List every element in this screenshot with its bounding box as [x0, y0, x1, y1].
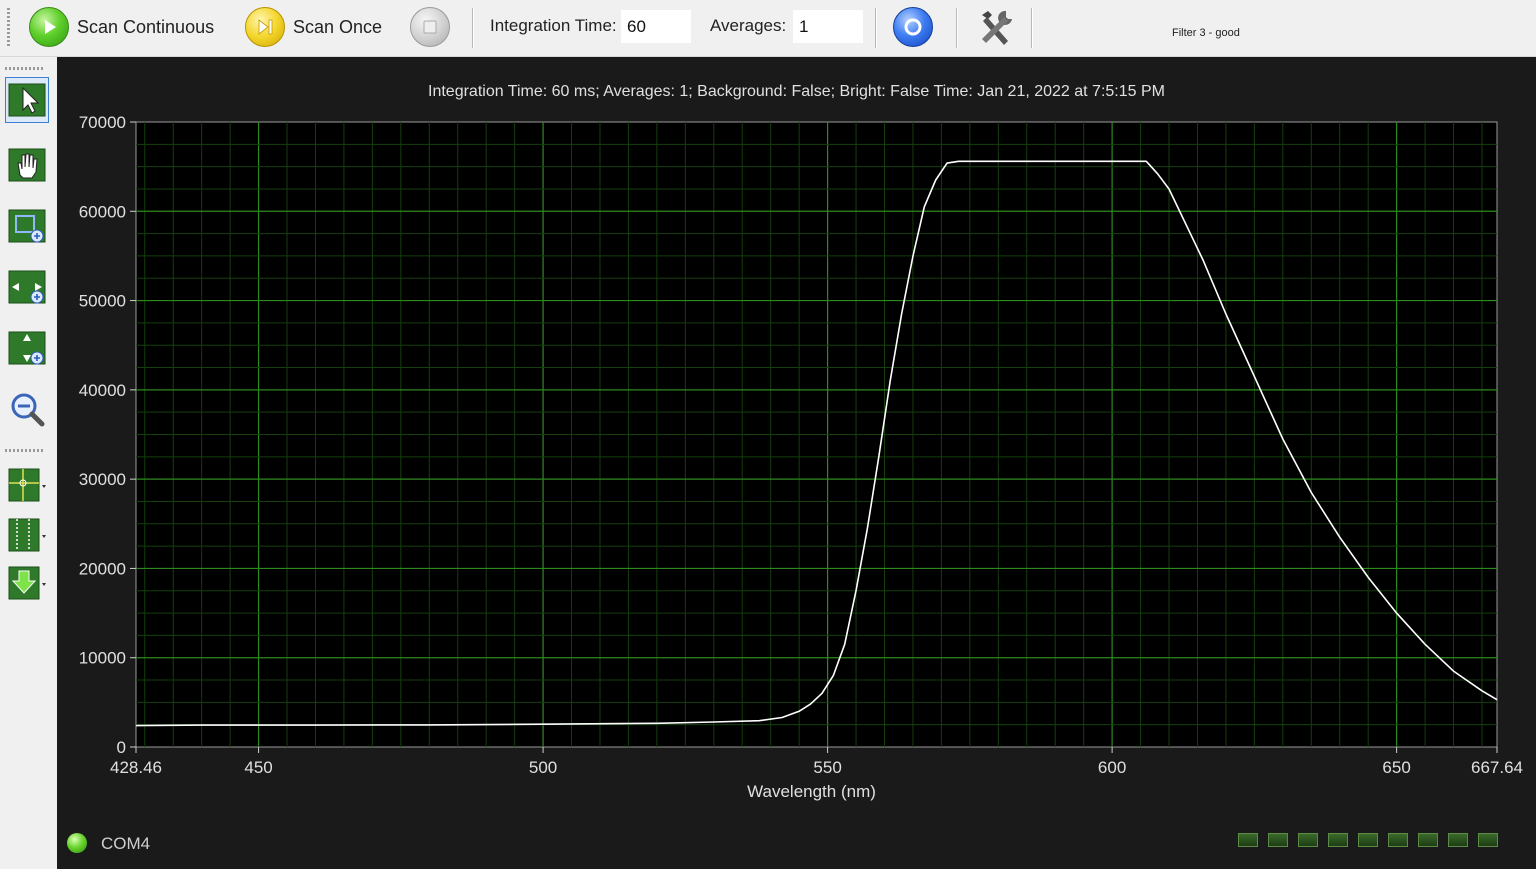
status-led: [1448, 833, 1468, 847]
y-tick-label: 50000: [79, 292, 126, 311]
left-tool-button[interactable]: [5, 512, 49, 558]
export-tool-icon: [8, 566, 46, 600]
left-tool-button[interactable]: [5, 462, 49, 508]
y-tick-label: 30000: [79, 470, 126, 489]
zoom-out-tool-icon: [11, 393, 45, 427]
stop-icon: [410, 7, 450, 47]
status-led: [1238, 833, 1258, 847]
record-icon: [893, 7, 933, 47]
averages-label: Averages:: [710, 16, 787, 35]
zoom-box-tool-icon: [8, 209, 46, 243]
record-button[interactable]: [893, 4, 933, 50]
status-led: [1268, 833, 1288, 847]
connection-status-icon: [67, 833, 87, 853]
x-tick-label: 650: [1382, 758, 1410, 777]
toolbar-grip[interactable]: [7, 8, 10, 48]
left-toolbar-grip[interactable]: [5, 449, 45, 452]
y-tick-label: 40000: [79, 381, 126, 400]
cursor-tool-icon: [8, 518, 46, 552]
left-tool-button[interactable]: [5, 325, 49, 371]
scan-continuous-label: Scan Continuous: [77, 16, 215, 37]
left-tool-button[interactable]: [5, 264, 49, 310]
y-tick-label: 20000: [79, 559, 126, 578]
y-tick-label: 10000: [79, 649, 126, 668]
x-tick-label: 428.46: [110, 758, 162, 777]
spectrum-panel: Integration Time: 60 ms; Averages: 1; Ba…: [57, 57, 1536, 869]
status-led: [1328, 833, 1348, 847]
tools-icon: [982, 10, 1012, 45]
status-led: [1298, 833, 1318, 847]
crosshair-tool-icon: [8, 468, 46, 502]
settings-tools-button[interactable]: [974, 4, 1018, 50]
filter-label: Filter 3 - good: [1172, 27, 1240, 39]
pointer-tool-icon: [8, 83, 46, 117]
status-led: [1418, 833, 1438, 847]
averages-input[interactable]: [793, 10, 863, 43]
left-tool-button[interactable]: [5, 203, 49, 249]
y-tick-label: 70000: [79, 113, 126, 132]
spectrum-chart[interactable]: 0 10000 20000 30000 40000 50000 60000 70000 428.…: [57, 57, 1536, 817]
status-led: [1358, 833, 1378, 847]
toolbar-separator: [956, 8, 958, 48]
port-label: COM4: [101, 834, 151, 853]
zoom-horizontal-tool-icon: [8, 270, 46, 304]
left-toolbar-grip[interactable]: [5, 67, 45, 70]
step-play-icon: [245, 7, 285, 47]
scan-continuous-button[interactable]: Scan Continuous: [29, 4, 214, 50]
toolbar-separator: [1031, 8, 1033, 48]
left-tool-button[interactable]: [5, 77, 49, 123]
pan-tool-icon: [8, 148, 46, 182]
indicator-leds: [1238, 833, 1498, 847]
x-tick-label: 550: [813, 758, 841, 777]
x-tick-label: 600: [1098, 758, 1126, 777]
status-led: [1388, 833, 1408, 847]
integration-time-label: Integration Time:: [490, 16, 617, 35]
zoom-vertical-tool-icon: [8, 331, 46, 365]
left-tool-button[interactable]: [5, 560, 49, 606]
play-icon: [29, 7, 69, 47]
x-axis-label: Wavelength (nm): [747, 782, 876, 801]
stop-button[interactable]: [410, 4, 450, 50]
left-tool-button[interactable]: [5, 386, 49, 432]
y-tick-label: 60000: [79, 202, 126, 221]
x-tick-label: 450: [244, 758, 272, 777]
y-tick-label: 0: [117, 738, 126, 757]
toolbar-separator: [875, 8, 877, 48]
toolbar-separator: [472, 8, 474, 48]
left-tool-button[interactable]: [5, 142, 49, 188]
x-tick-label: 667.64: [1471, 758, 1523, 777]
integration-time-input[interactable]: [621, 10, 691, 43]
scan-once-label: Scan Once: [293, 16, 383, 37]
top-toolbar: Scan Continuous Scan Once Integration Ti…: [0, 0, 1536, 57]
status-led: [1478, 833, 1498, 847]
x-tick-label: 500: [529, 758, 557, 777]
left-toolbar: [0, 57, 57, 869]
scan-once-button[interactable]: Scan Once: [245, 4, 382, 50]
